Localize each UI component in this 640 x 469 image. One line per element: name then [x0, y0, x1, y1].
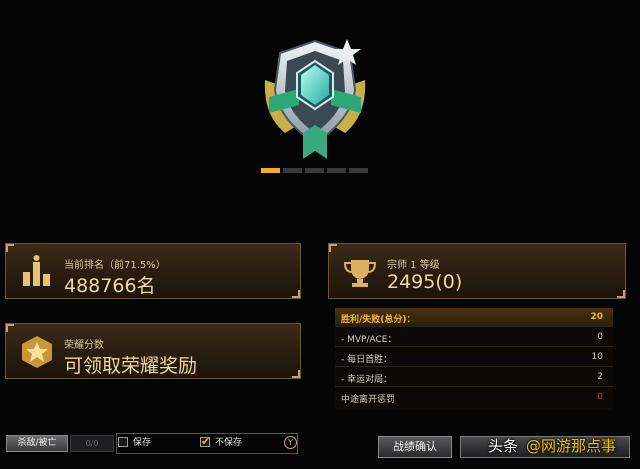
trophy-icon	[343, 260, 377, 287]
stats-row-total: 胜利/失败(总分)： 20	[335, 308, 613, 327]
rank-emblem-icon	[264, 39, 366, 159]
progress-segment	[349, 168, 368, 173]
progress-segment	[283, 168, 302, 173]
stats-row-label: - MVP/ACE：	[341, 335, 397, 345]
honor-panel[interactable]: 荣耀分数 可领取荣耀奖励	[5, 323, 301, 379]
stats-row-mvp: - MVP/ACE： 0	[335, 328, 613, 347]
stats-row-value: 2	[597, 372, 603, 382]
rank-label: 当前排名（前71.5%）	[64, 260, 166, 271]
stats-row-value: 0	[597, 332, 603, 342]
stats-row-label: - 幸运对局：	[341, 375, 393, 385]
stats-table: 胜利/失败(总分)： 20 - MVP/ACE： 0 - 每日首胜： 10 - …	[335, 306, 613, 410]
stats-row-label: 中途离开惩罚	[341, 395, 396, 405]
honor-reward-link[interactable]: 可领取荣耀奖励	[64, 351, 197, 378]
circle-y-icon[interactable]: Y	[284, 436, 297, 449]
tier-score: 2495(0)	[387, 271, 463, 293]
stats-row-lucky: - 幸运对局： 2	[335, 368, 613, 387]
kill-death-value: 0/0	[70, 435, 114, 452]
record-confirm-button[interactable]: 战绩确认	[378, 436, 452, 458]
watermark: 头条 @网游那点事	[488, 435, 620, 456]
honor-label: 荣耀分数	[64, 340, 104, 351]
save-checkbox[interactable]	[118, 436, 128, 447]
stats-row-penalty: 中途离开惩罚 0	[335, 388, 613, 407]
stats-row-value: 10	[591, 352, 603, 362]
stats-row-value: 0	[597, 392, 603, 402]
save-label: 保存	[133, 438, 152, 448]
tier-panel: 宗师 1 等级 2495(0)	[328, 243, 626, 299]
rank-value: 488766名	[64, 275, 156, 297]
kill-death-button[interactable]: 杀敌/被亡	[6, 435, 68, 452]
no-save-checkbox[interactable]	[200, 433, 210, 450]
watermark-author: @网游那点事	[526, 437, 617, 455]
stats-row-label: 胜利/失败(总分)：	[341, 315, 416, 325]
watermark-brand: 头条	[488, 437, 519, 455]
no-save-label: 不保存	[215, 438, 243, 448]
rank-panel: 当前排名（前71.5%） 488766名	[5, 243, 301, 299]
star-medal-icon	[22, 336, 52, 368]
stats-row-value: 20	[590, 312, 603, 322]
progress-segment-filled	[261, 168, 280, 173]
progress-segment	[327, 168, 346, 173]
progress-segment	[305, 168, 324, 173]
save-option[interactable]: 保存	[118, 435, 151, 452]
stats-row-label: - 每日首胜：	[341, 355, 393, 365]
bar-chart-icon	[23, 255, 50, 286]
tier-label: 宗师 1 等级	[387, 260, 440, 271]
stats-row-daily-win: - 每日首胜： 10	[335, 348, 613, 367]
no-save-option[interactable]: 不保存	[200, 433, 243, 452]
rank-progress-bar	[261, 168, 368, 173]
